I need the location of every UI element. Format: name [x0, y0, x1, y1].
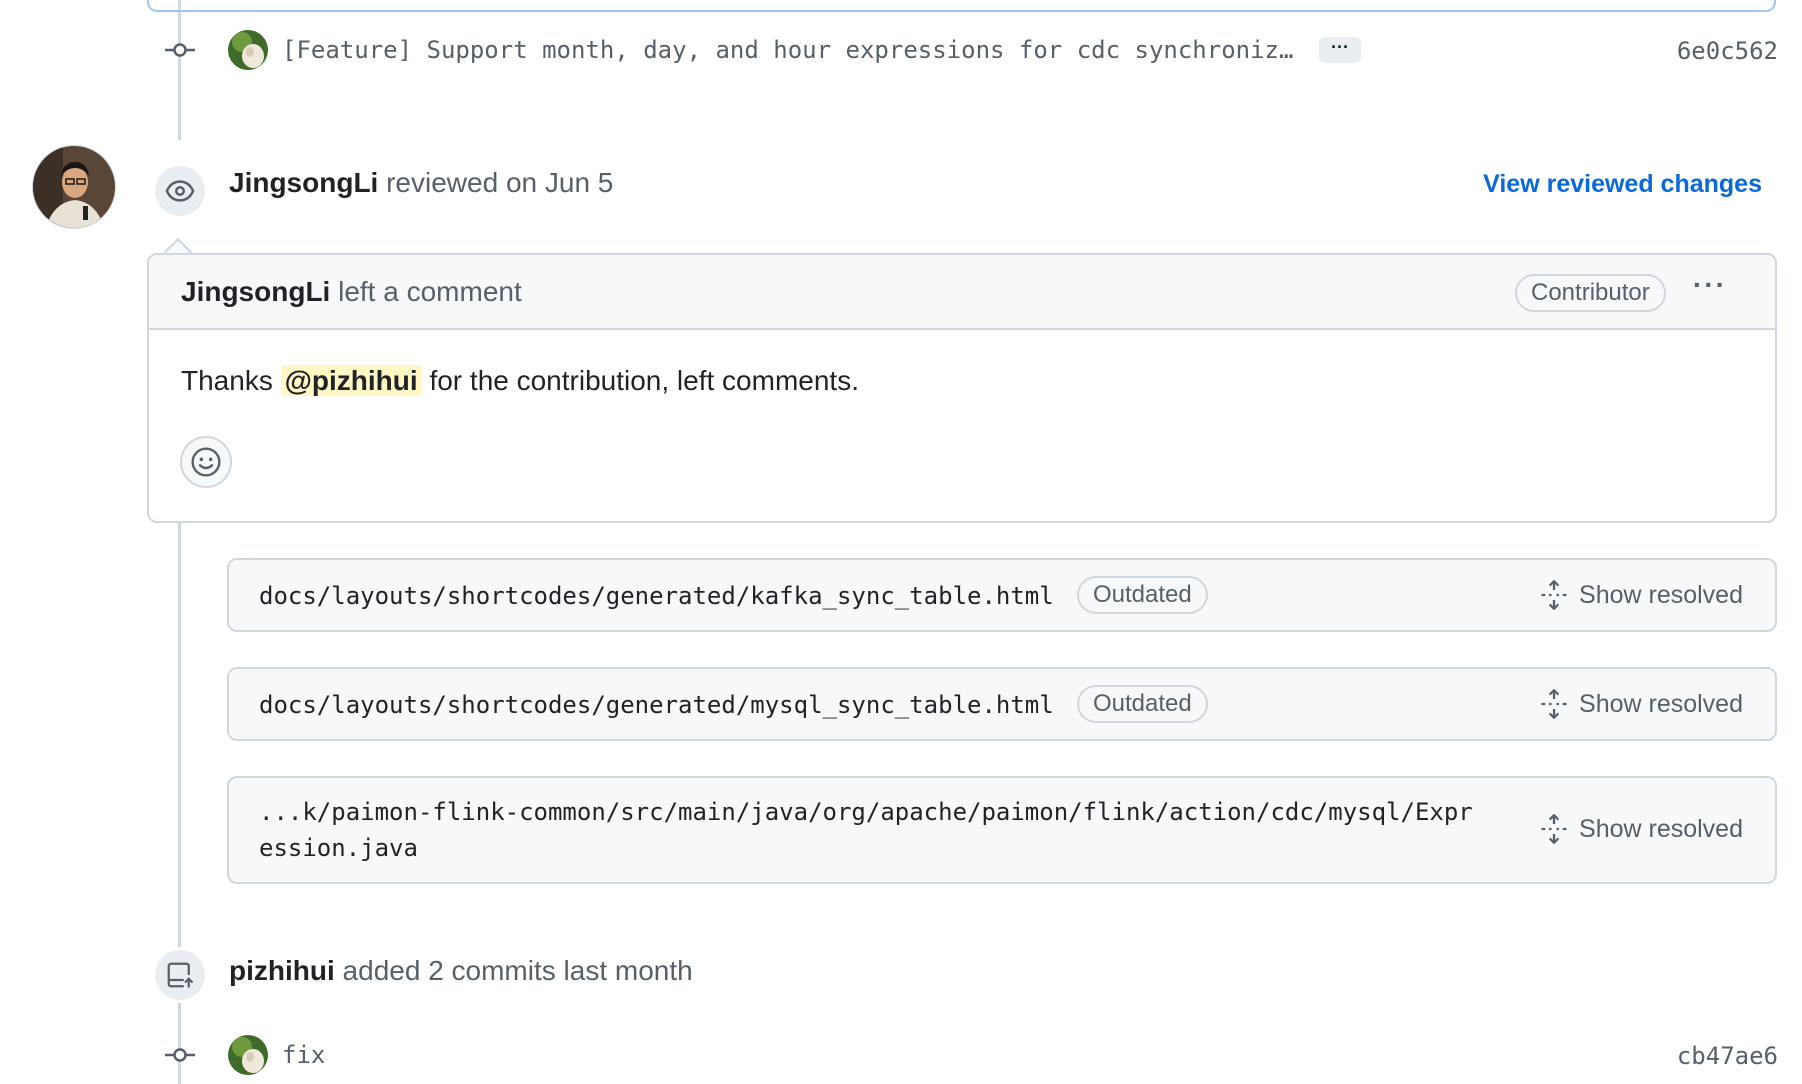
unfold-icon — [1541, 689, 1567, 719]
unfold-icon — [1541, 814, 1567, 844]
commit-sha[interactable]: cb47ae6 — [1677, 1042, 1778, 1070]
unfold-icon — [1541, 580, 1567, 610]
thread-file-path[interactable]: docs/layouts/shortcodes/generated/mysql_… — [259, 687, 1054, 723]
commits-added-header: pizhihui added 2 commits last month — [229, 955, 693, 987]
thread-file-path[interactable]: ...k/paimon-flink-common/src/main/java/o… — [259, 794, 1473, 866]
eye-icon — [165, 180, 195, 202]
expand-commit-button[interactable]: ··· — [1319, 37, 1361, 63]
show-resolved-label: Show resolved — [1579, 689, 1743, 718]
reviewer-name-link[interactable]: JingsongLi — [229, 167, 378, 198]
show-resolved-button[interactable]: Show resolved — [1539, 689, 1743, 719]
push-badge — [152, 947, 208, 1003]
commit-sha[interactable]: 6e0c562 — [1677, 37, 1778, 65]
comment-author-link[interactable]: JingsongLi — [181, 276, 330, 307]
comment-body-suffix: for the contribution, left comments. — [429, 365, 859, 396]
resolved-thread: docs/layouts/shortcodes/generated/kafka_… — [227, 558, 1777, 632]
review-comment: JingsongLi left a comment Contributor ··… — [147, 253, 1777, 523]
outdated-badge: Outdated — [1077, 685, 1208, 723]
thread-file-path[interactable]: docs/layouts/shortcodes/generated/kafka_… — [259, 578, 1054, 614]
outdated-badge: Outdated — [1077, 576, 1208, 614]
show-resolved-button[interactable]: Show resolved — [1539, 814, 1743, 844]
commit-message[interactable]: fix — [282, 1041, 325, 1069]
user-mention[interactable]: @pizhihui — [280, 365, 422, 396]
review-action: reviewed on Jun 5 — [386, 167, 614, 198]
thread-file-path-line: ession.java — [259, 834, 418, 862]
contributor-badge: Contributor — [1515, 274, 1666, 312]
review-header: JingsongLi reviewed on Jun 5 — [229, 167, 613, 199]
git-commit-icon — [165, 1048, 195, 1062]
add-reaction-button[interactable] — [180, 436, 232, 488]
show-resolved-label: Show resolved — [1579, 814, 1743, 843]
repo-push-icon — [167, 962, 194, 988]
comment-options-button[interactable]: ··· — [1693, 269, 1727, 301]
view-reviewed-changes-link[interactable]: View reviewed changes — [1483, 170, 1762, 199]
previous-box-edge — [147, 0, 1776, 12]
commits-added-text: added 2 commits last month — [342, 955, 693, 986]
comment-action: left a comment — [338, 276, 522, 307]
show-resolved-label: Show resolved — [1579, 580, 1743, 609]
comment-body-prefix: Thanks — [181, 365, 273, 396]
comment-body: Thanks @pizhihui for the contribution, l… — [181, 365, 859, 397]
reviewer-avatar[interactable] — [32, 145, 116, 229]
commit-row: fix cb47ae6 — [0, 1030, 1802, 1080]
commit-author-avatar[interactable] — [228, 1035, 268, 1075]
resolved-thread: ...k/paimon-flink-common/src/main/java/o… — [227, 776, 1777, 884]
comment-header: JingsongLi left a comment Contributor ··… — [149, 255, 1775, 330]
commit-author-avatar[interactable] — [228, 30, 268, 70]
commit-message[interactable]: [Feature] Support month, day, and hour e… — [282, 36, 1293, 64]
commit-row: [Feature] Support month, day, and hour e… — [0, 25, 1802, 75]
thread-file-path-line: ...k/paimon-flink-common/src/main/java/o… — [259, 798, 1473, 826]
show-resolved-button[interactable]: Show resolved — [1539, 580, 1743, 610]
pusher-name-link[interactable]: pizhihui — [229, 955, 335, 986]
comment-author-line: JingsongLi left a comment — [181, 276, 522, 308]
resolved-thread: docs/layouts/shortcodes/generated/mysql_… — [227, 667, 1777, 741]
git-commit-icon — [165, 43, 195, 57]
review-eye-badge — [152, 163, 208, 219]
smiley-icon — [191, 447, 221, 477]
